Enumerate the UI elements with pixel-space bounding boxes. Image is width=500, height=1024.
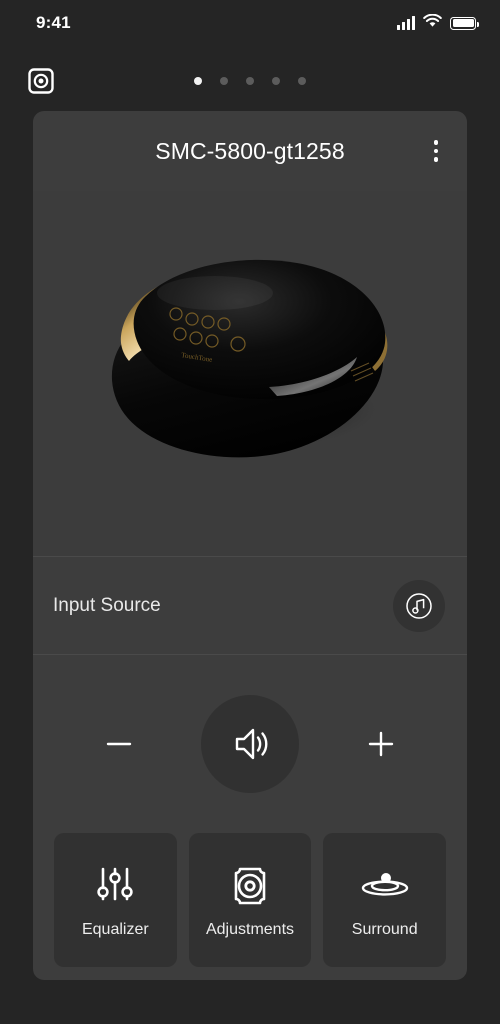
feature-tiles: Equalizer Adjustments Surround xyxy=(33,833,467,980)
more-vertical-icon[interactable] xyxy=(419,132,453,170)
volume-controls xyxy=(33,655,467,833)
tile-adjustments[interactable]: Adjustments xyxy=(188,833,312,967)
card-header: SMC-5800-gt1258 xyxy=(33,111,467,191)
cellular-signal-icon xyxy=(397,16,415,30)
equalizer-sliders-icon xyxy=(93,861,137,907)
page-indicator[interactable] xyxy=(0,77,500,85)
volume-speaker-icon[interactable] xyxy=(201,695,299,793)
volume-down-button[interactable] xyxy=(89,714,149,774)
page-dot-3[interactable] xyxy=(246,77,254,85)
wifi-icon xyxy=(423,13,442,33)
page-dot-5[interactable] xyxy=(298,77,306,85)
tile-surround[interactable]: Surround xyxy=(323,833,447,967)
speaker-driver-icon xyxy=(228,861,272,907)
music-note-icon[interactable] xyxy=(393,579,445,632)
status-time: 9:41 xyxy=(36,13,71,32)
volume-up-button[interactable] xyxy=(351,714,411,774)
surround-ripple-icon xyxy=(360,861,410,907)
input-source-label: Input Source xyxy=(53,594,161,616)
page-title: SMC-5800-gt1258 xyxy=(155,137,345,164)
tile-label: Surround xyxy=(351,921,418,938)
product-image: TouchTone xyxy=(33,191,467,556)
tile-label: Equalizer xyxy=(81,921,149,938)
page-dot-1[interactable] xyxy=(194,77,202,85)
nav-row xyxy=(0,60,500,108)
input-source-row[interactable]: Input Source xyxy=(33,557,467,654)
status-bar: 9:41 xyxy=(0,0,500,46)
page-dot-2[interactable] xyxy=(220,77,228,85)
battery-full-icon xyxy=(450,16,479,30)
status-icons xyxy=(397,13,479,33)
tile-label: Adjustments xyxy=(205,921,295,938)
device-card: SMC-5800-gt1258 TouchTone Input Source E… xyxy=(33,111,467,980)
page-dot-4[interactable] xyxy=(272,77,280,85)
tile-equalizer[interactable]: Equalizer xyxy=(54,833,177,967)
